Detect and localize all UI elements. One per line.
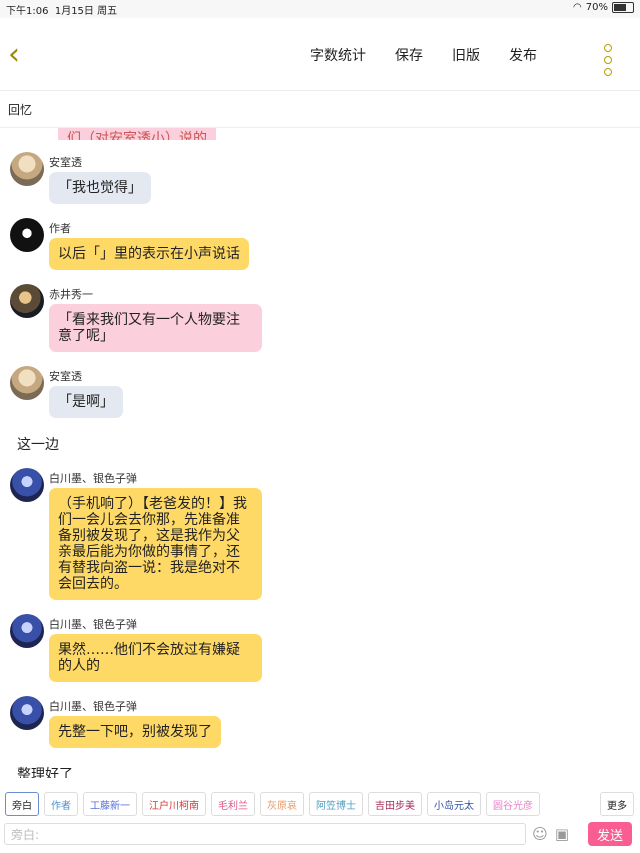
narration-line[interactable]: 这一边 (0, 432, 640, 468)
chat-list[interactable]: 们（对安室透小）说的 安室透 「我也觉得」 作者 以后「」里的表示在小声说话 赤井秀一 「看… (0, 128, 640, 778)
role-chip[interactable]: 吉田步美 (368, 792, 422, 816)
sender-name: 作者 (49, 222, 71, 235)
role-toolbar: 旁白 作者 工藤新一 江户川柯南 毛利兰 灰原哀 阿笠博士 吉田步美 小岛元太 圆谷光彦 更多 (0, 792, 640, 816)
battery-icon (612, 2, 634, 13)
message-bubble[interactable]: 以后「」里的表示在小声说话 (49, 238, 249, 270)
message-row: 白川墨、银色子弹 （手机响了）【老爸发的！】我们一会儿会去你那，先准备准备别被发现… (0, 468, 640, 600)
role-chip[interactable]: 阿笠博士 (309, 792, 363, 816)
avatar[interactable] (10, 152, 44, 186)
role-chip[interactable]: 作者 (44, 792, 78, 816)
status-bar: 下午1:06 1月15日 周五 ◠ 70% (0, 0, 640, 18)
sender-name: 白川墨、银色子弹 (49, 700, 137, 713)
message-bubble[interactable]: 「是啊」 (49, 386, 123, 418)
save-button[interactable]: 保存 (395, 45, 423, 65)
vertical-dots-icon[interactable] (604, 44, 612, 76)
message-row: 白川墨、银色子弹果然……他们不会放过有嫌疑的人的 (0, 614, 640, 682)
avatar[interactable] (10, 696, 44, 730)
wifi-icon: ◠ (573, 2, 582, 13)
message-bubble[interactable]: 先整一下吧，别被发现了 (49, 716, 221, 748)
message-bubble[interactable]: 们（对安室透小）说的 (58, 128, 216, 140)
nav-actions: 字数统计 保存 旧版 发布 (310, 45, 537, 65)
role-chip[interactable]: 灰原哀 (260, 792, 304, 816)
message-input[interactable]: 旁白: (4, 823, 526, 845)
message-bubble[interactable]: 「看来我们又有一个人物要注意了呢」 (49, 304, 262, 352)
avatar[interactable] (10, 366, 44, 400)
battery-text: 70% (585, 2, 608, 13)
top-nav: ‹ 字数统计 保存 旧版 发布 (0, 18, 640, 91)
avatar[interactable] (10, 614, 44, 648)
message-row: 作者以后「」里的表示在小声说话 (0, 218, 640, 270)
status-date: 1月15日 周五 (54, 5, 118, 17)
status-time: 下午1:06 (6, 5, 49, 17)
role-chip[interactable]: 毛利兰 (211, 792, 255, 816)
image-icon[interactable]: ▣ (554, 825, 570, 843)
role-chip[interactable]: 圆谷光彦 (486, 792, 540, 816)
sender-name: 赤井秀一 (49, 288, 93, 301)
page-title: 回忆 (0, 91, 640, 128)
role-chip[interactable]: 江户川柯南 (142, 792, 206, 816)
input-row: 旁白: ☺ ▣ 发送 (0, 820, 640, 848)
sender-name: 白川墨、银色子弹 (49, 618, 137, 631)
chevron-left-icon[interactable]: ‹ (8, 40, 20, 70)
narration-line[interactable]: 整理好了 (0, 762, 640, 778)
message-row: 安室透 「是啊」 (0, 366, 640, 418)
message-row: 安室透 「我也觉得」 (0, 152, 640, 204)
avatar[interactable] (10, 284, 44, 318)
more-roles-button[interactable]: 更多 (600, 792, 634, 816)
message-bubble[interactable]: （手机响了）【老爸发的！】我们一会儿会去你那，先准备准备别被发现了，这是我作为父… (49, 488, 262, 600)
send-button[interactable]: 发送 (588, 822, 632, 846)
message-bubble[interactable]: 果然……他们不会放过有嫌疑的人的 (49, 634, 262, 682)
role-chip[interactable]: 工藤新一 (83, 792, 137, 816)
publish-button[interactable]: 发布 (509, 45, 537, 65)
avatar[interactable] (10, 218, 44, 252)
role-chip[interactable]: 小岛元太 (427, 792, 481, 816)
role-chip[interactable]: 旁白 (5, 792, 39, 816)
message-row: 赤井秀一「看来我们又有一个人物要注意了呢」 (0, 284, 640, 352)
sender-name: 安室透 (49, 370, 82, 383)
message-partial: 们（对安室透小）说的 (58, 128, 640, 140)
sender-name: 白川墨、银色子弹 (49, 472, 137, 485)
word-count-button[interactable]: 字数统计 (310, 45, 366, 65)
message-row: 白川墨、银色子弹先整一下吧，别被发现了 (0, 696, 640, 748)
old-version-button[interactable]: 旧版 (452, 45, 480, 65)
message-bubble[interactable]: 「我也觉得」 (49, 172, 151, 204)
avatar[interactable] (10, 468, 44, 502)
emoji-icon[interactable]: ☺ (532, 825, 548, 843)
sender-name: 安室透 (49, 156, 82, 169)
